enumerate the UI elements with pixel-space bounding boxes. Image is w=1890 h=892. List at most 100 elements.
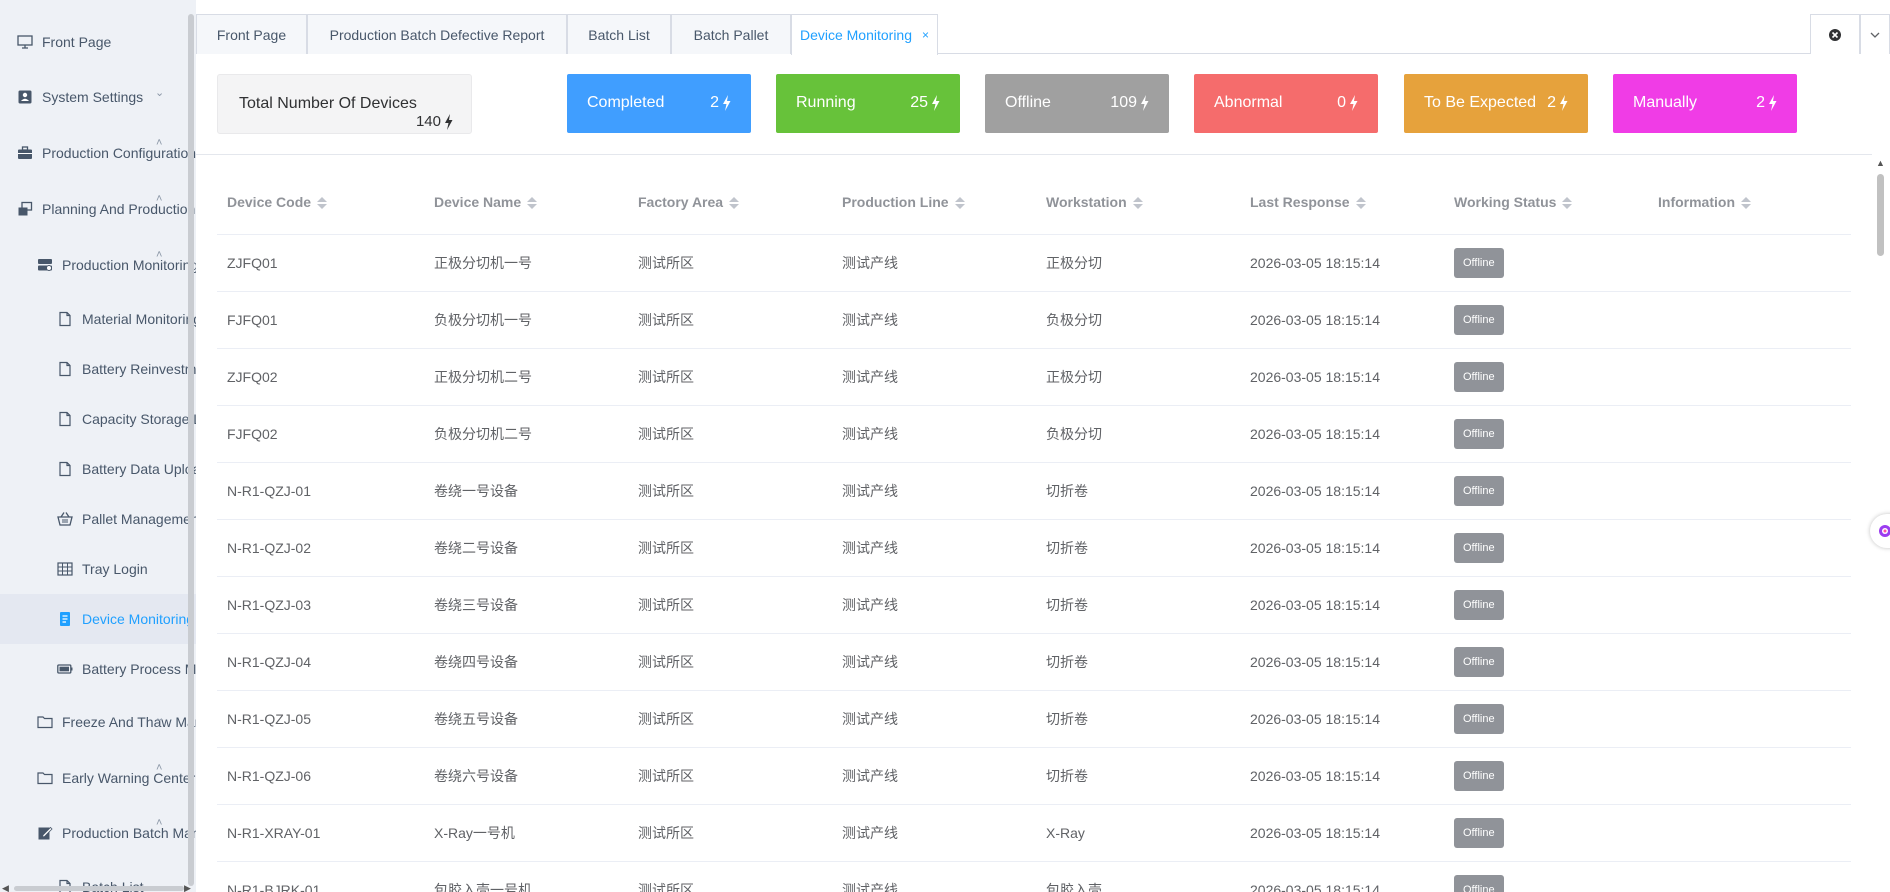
sort-caret-icon[interactable] xyxy=(729,197,740,210)
table-row[interactable]: N-R1-QZJ-06 卷绕六号设备 测试所区 测试产线 切折卷 2026-03-05 1… xyxy=(217,747,1851,805)
stat-card-abnormal[interactable]: Abnormal 0 xyxy=(1194,74,1378,133)
sidebar-item-early-warning-center[interactable]: Early Warning Center ˄ xyxy=(0,753,196,803)
lightning-icon xyxy=(1768,95,1777,111)
table-cell: 正极分切 xyxy=(1036,234,1240,292)
tabs-menu-button[interactable] xyxy=(1860,14,1890,54)
tab-batch-list[interactable]: Batch List xyxy=(567,14,671,54)
status-badge[interactable]: Offline xyxy=(1454,589,1504,620)
table-row[interactable]: N-R1-QZJ-04 卷绕四号设备 测试所区 测试产线 切折卷 2026-03-05 1… xyxy=(217,633,1851,691)
table-row[interactable]: ZJFQ01 正极分切机一号 测试所区 测试产线 正极分切 2026-03-05 18:1… xyxy=(217,234,1851,292)
column-header[interactable]: Last Response xyxy=(1240,170,1444,235)
table-cell xyxy=(1648,633,1851,691)
column-header[interactable]: Workstation xyxy=(1036,170,1240,235)
stat-card-to-be-expected[interactable]: To Be Expected 2 xyxy=(1404,74,1588,133)
table-row[interactable]: N-R1-QZJ-05 卷绕五号设备 测试所区 测试产线 切折卷 2026-03-05 1… xyxy=(217,690,1851,748)
status-badge[interactable]: Offline xyxy=(1454,874,1504,892)
sidebar-item-production-configuration[interactable]: Production Configuration ˄ xyxy=(0,128,196,178)
sidebar-item-label: Production Batch Management xyxy=(62,825,196,841)
stat-card-offline[interactable]: Offline 109 xyxy=(985,74,1169,133)
scroll-up-icon[interactable]: ▲ xyxy=(1876,158,1885,168)
sidebar-item-device-monitoring[interactable]: Device Monitoring xyxy=(0,594,196,644)
table-row[interactable]: FJFQ01 负极分切机一号 测试所区 测试产线 负极分切 2026-03-05 18:1… xyxy=(217,291,1851,349)
status-badge[interactable]: Offline xyxy=(1454,475,1504,506)
table-row[interactable]: N-R1-BJRK-01 包胶入壳一号机 测试所区 测试产线 包胶入壳 2026-03-0… xyxy=(217,861,1851,892)
column-header[interactable]: Working Status xyxy=(1444,170,1648,235)
sidebar-item-planning-and-production[interactable]: Planning And Production ˄ xyxy=(0,184,196,234)
status-badge[interactable]: Offline xyxy=(1454,817,1504,848)
status-badge[interactable]: Offline xyxy=(1454,703,1504,734)
chevron-up-icon: ˄ xyxy=(156,762,163,774)
sidebar-item-production-batch-management[interactable]: Production Batch Management˄ xyxy=(0,808,196,858)
sidebar-item-battery-reinvestment[interactable]: Battery Reinvestment xyxy=(0,344,196,394)
sort-caret-icon[interactable] xyxy=(527,197,538,210)
sidebar-scrollbar[interactable] xyxy=(188,14,194,886)
status-badge[interactable]: Offline xyxy=(1454,247,1504,278)
sidebar-item-label: Early Warning Center xyxy=(62,770,196,786)
tab-production-batch-defective-report[interactable]: Production Batch Defective Report xyxy=(307,14,567,54)
table-row[interactable]: ZJFQ02 正极分切机二号 测试所区 测试产线 正极分切 2026-03-05 18:1… xyxy=(217,348,1851,406)
lightning-icon xyxy=(1559,95,1568,111)
stat-card-running[interactable]: Running 25 xyxy=(776,74,960,133)
sidebar-item-battery-data-upload[interactable]: Battery Data Upload xyxy=(0,444,196,494)
sort-caret-icon[interactable] xyxy=(1132,197,1143,210)
table-cell: 包胶入壳一号机 xyxy=(424,861,628,892)
column-header-label: Device Code xyxy=(227,193,312,210)
sort-caret-icon[interactable] xyxy=(317,197,328,210)
sidebar-item-label: Production Configuration xyxy=(42,145,196,161)
table-row[interactable]: FJFQ02 负极分切机二号 测试所区 测试产线 负极分切 2026-03-05 18:1… xyxy=(217,405,1851,463)
sidebar-item-label: Material Monitoring xyxy=(82,311,196,327)
sidebar-item-battery-process-monitoring[interactable]: Battery Process Monitoring xyxy=(0,644,196,694)
scroll-left-icon[interactable]: ◀ xyxy=(2,883,9,892)
column-header[interactable]: Information xyxy=(1648,170,1851,235)
sort-caret-icon[interactable] xyxy=(1741,197,1751,210)
table-row[interactable]: N-R1-XRAY-01 X-Ray一号机 测试所区 测试产线 X-Ray 2026-03… xyxy=(217,804,1851,862)
table-header: Device Code Device Name Factory Area Produc… xyxy=(217,170,1851,235)
table-cell: 2026-03-05 18:15:14 xyxy=(1240,576,1444,634)
sidebar-item-material-monitoring[interactable]: Material Monitoring xyxy=(0,294,196,344)
sidebar-item-front-page[interactable]: Front Page xyxy=(0,17,196,67)
sort-caret-icon[interactable] xyxy=(1562,197,1573,210)
sidebar-item-pallet-management[interactable]: Pallet Management xyxy=(0,494,196,544)
close-icon[interactable]: × xyxy=(922,28,929,42)
table-cell: Offline xyxy=(1444,633,1648,691)
status-badge[interactable]: Offline xyxy=(1454,361,1504,392)
sidebar-item-freeze-and-thaw-management[interactable]: Freeze And Thaw Management⌄ xyxy=(0,697,196,747)
sidebar-item-tray-login[interactable]: Tray Login xyxy=(0,544,196,594)
status-badge[interactable]: Offline xyxy=(1454,304,1504,335)
table-cell: N-R1-QZJ-06 xyxy=(217,747,424,805)
column-header[interactable]: Device Code xyxy=(217,170,424,235)
table-row[interactable]: N-R1-QZJ-03 卷绕三号设备 测试所区 测试产线 切折卷 2026-03-05 1… xyxy=(217,576,1851,634)
table-row[interactable]: N-R1-QZJ-02 卷绕二号设备 测试所区 测试产线 切折卷 2026-03-05 1… xyxy=(217,519,1851,577)
sort-caret-icon[interactable] xyxy=(1355,197,1366,210)
lightning-icon xyxy=(444,113,453,130)
sidebar-horizontal-scrollbar[interactable] xyxy=(14,886,184,891)
tab-device-monitoring[interactable]: Device Monitoring × xyxy=(791,14,938,55)
column-header[interactable]: Device Name xyxy=(424,170,628,235)
status-badge[interactable]: Offline xyxy=(1454,646,1504,677)
basket-icon xyxy=(57,511,73,527)
stat-value: 25 xyxy=(910,94,940,112)
stat-card-manually[interactable]: Manually 2 xyxy=(1613,74,1797,133)
sidebar: Front Page System Settings ⌄ Production Con… xyxy=(0,0,196,892)
sort-caret-icon[interactable] xyxy=(954,197,965,210)
status-badge[interactable]: Offline xyxy=(1454,760,1504,791)
sidebar-item-capacity-storage-l[interactable]: Capacity Storage L xyxy=(0,394,196,444)
scroll-right-icon[interactable]: ▶ xyxy=(184,883,191,892)
stat-card-completed[interactable]: Completed 2 xyxy=(567,74,751,133)
tab-batch-pallet[interactable]: Batch Pallet xyxy=(671,14,791,54)
status-badge[interactable]: Offline xyxy=(1454,532,1504,563)
sidebar-item-label: Production Monitoring xyxy=(62,257,196,273)
sidebar-item-production-monitoring[interactable]: Production Monitoring ˄ xyxy=(0,240,196,290)
table-row[interactable]: N-R1-QZJ-01 卷绕一号设备 测试所区 测试产线 切折卷 2026-03-05 1… xyxy=(217,462,1851,520)
table-cell: 测试产线 xyxy=(832,576,1036,634)
column-header[interactable]: Production Line xyxy=(832,170,1036,235)
column-header-label: Last Response xyxy=(1250,193,1350,210)
column-header[interactable]: Factory Area xyxy=(628,170,832,235)
scrollbar-thumb[interactable] xyxy=(1877,174,1884,256)
status-badge[interactable]: Offline xyxy=(1454,418,1504,449)
stat-value: 2 xyxy=(1756,94,1777,112)
sidebar-item-system-settings[interactable]: System Settings ⌄ xyxy=(0,72,196,122)
close-all-tabs-button[interactable] xyxy=(1810,14,1860,54)
table-cell: 2026-03-05 18:15:14 xyxy=(1240,348,1444,406)
tab-front-page[interactable]: Front Page xyxy=(196,14,307,54)
